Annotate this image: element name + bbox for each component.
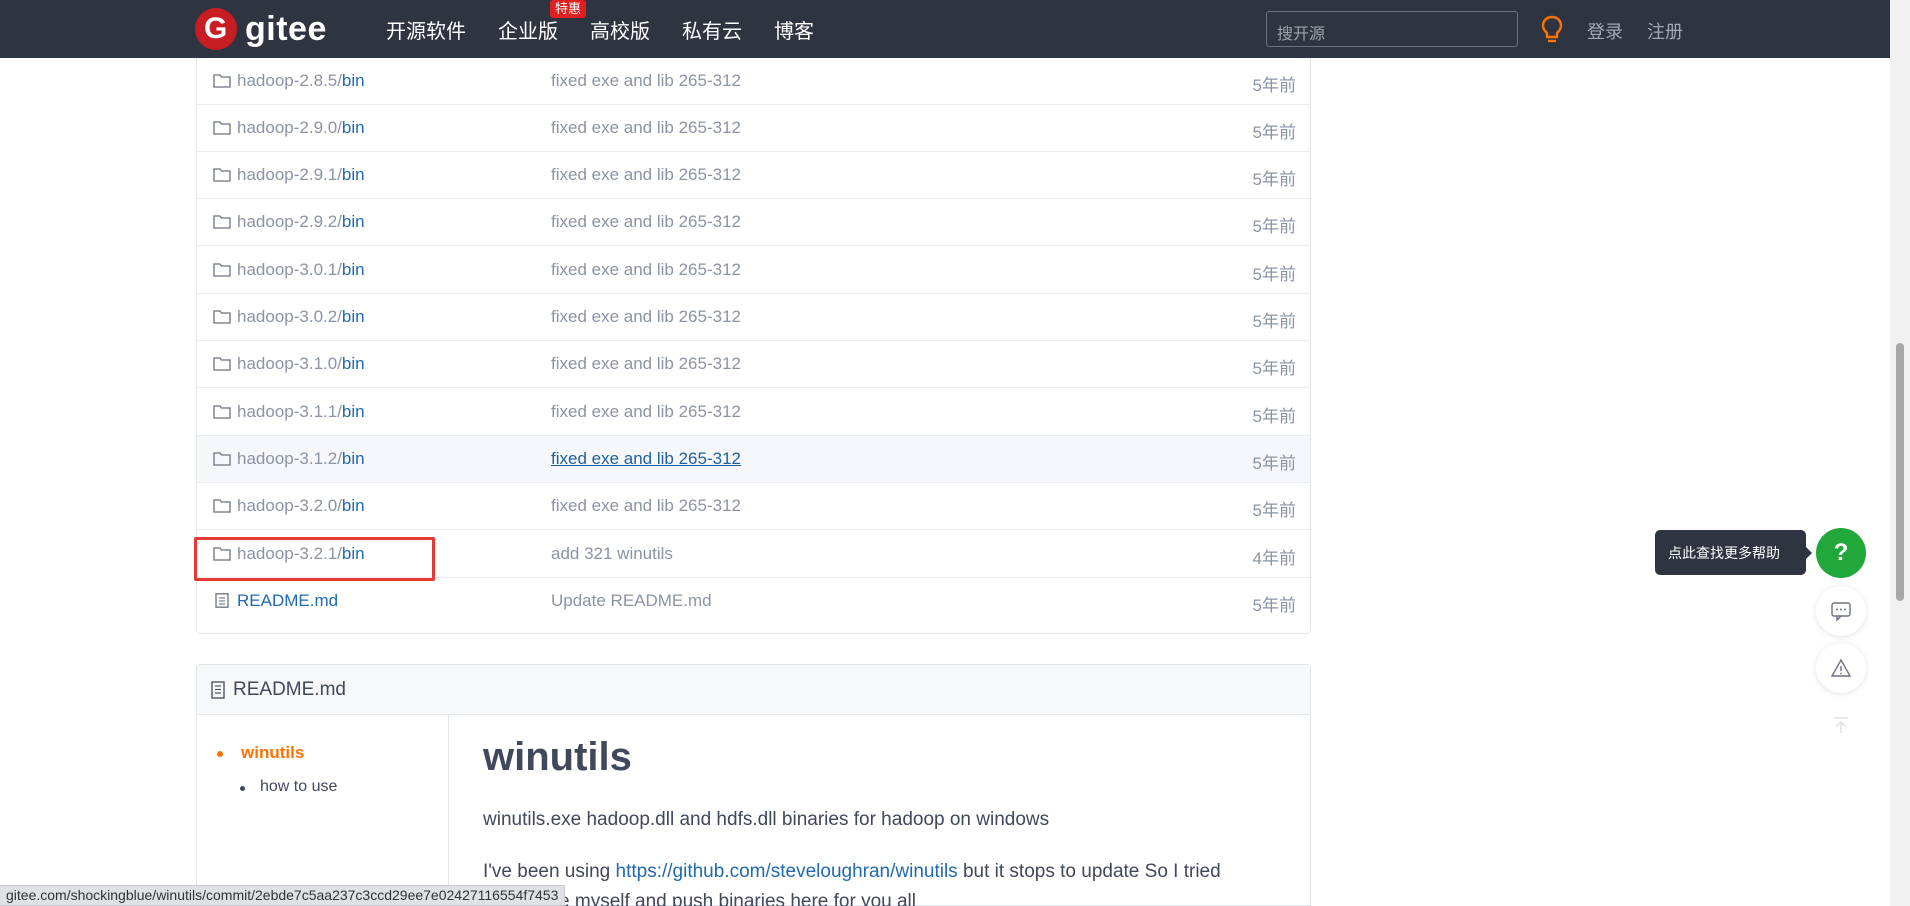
- readme-paragraph: winutils.exe hadoop.dll and hdfs.dll bin…: [483, 809, 1050, 830]
- help-button[interactable]: ?: [1816, 528, 1866, 578]
- file-row[interactable]: hadoop-3.1.2/bin fixed exe and lib 265-3…: [197, 436, 1310, 483]
- toc-bullet: [240, 786, 245, 791]
- arrow-up-icon: [1834, 717, 1848, 733]
- commit-message[interactable]: fixed exe and lib 265-312: [551, 260, 741, 280]
- commit-message[interactable]: fixed exe and lib 265-312: [551, 496, 741, 516]
- github-link[interactable]: https://github.com/steveloughran/winutil…: [616, 861, 958, 882]
- comment-icon: [1831, 602, 1851, 622]
- file-row[interactable]: hadoop-2.9.1/bin fixed exe and lib 265-3…: [197, 152, 1310, 199]
- nav-education[interactable]: 高校版: [590, 15, 650, 44]
- file-row[interactable]: hadoop-3.1.0/bin fixed exe and lib 265-3…: [197, 341, 1310, 388]
- logo-text: gitee: [245, 9, 327, 48]
- folder-icon: [213, 215, 231, 229]
- lightbulb-icon[interactable]: [1540, 15, 1564, 45]
- highlight-annotation: [194, 537, 435, 581]
- commit-time: 5年前: [1252, 76, 1296, 95]
- file-row[interactable]: hadoop-3.0.2/bin fixed exe and lib 265-3…: [197, 294, 1310, 341]
- nav-private-cloud[interactable]: 私有云: [682, 15, 742, 44]
- toc-item-how-to-use[interactable]: how to use: [260, 778, 337, 796]
- commit-message[interactable]: fixed exe and lib 265-312: [551, 71, 741, 91]
- file-name[interactable]: hadoop-3.1.2/bin: [237, 449, 365, 469]
- commit-time: 4年前: [1252, 549, 1296, 568]
- readme-title: README.md: [233, 679, 346, 700]
- commit-time: 5年前: [1252, 123, 1296, 142]
- nav-blog[interactable]: 博客: [774, 15, 814, 44]
- file-row[interactable]: README.md Update README.md 5年前: [197, 578, 1310, 625]
- commit-message[interactable]: fixed exe and lib 265-312: [551, 354, 741, 374]
- file-row[interactable]: hadoop-2.9.2/bin fixed exe and lib 265-3…: [197, 199, 1310, 246]
- file-name[interactable]: hadoop-2.9.1/bin: [237, 165, 365, 185]
- file-name[interactable]: README.md: [237, 591, 338, 611]
- commit-message[interactable]: Update README.md: [551, 591, 712, 611]
- file-name[interactable]: hadoop-3.1.0/bin: [237, 354, 365, 374]
- nav-open-source[interactable]: 开源软件: [386, 15, 466, 44]
- file-name[interactable]: hadoop-2.9.0/bin: [237, 118, 365, 138]
- commit-time: 5年前: [1252, 501, 1296, 520]
- toc-item-winutils[interactable]: winutils: [241, 743, 304, 763]
- commit-time: 5年前: [1252, 170, 1296, 189]
- scrollbar-thumb[interactable]: [1896, 343, 1904, 601]
- commit-message[interactable]: fixed exe and lib 265-312: [551, 118, 741, 138]
- file-name[interactable]: hadoop-2.9.2/bin: [237, 212, 365, 232]
- commit-time: 5年前: [1252, 359, 1296, 378]
- warning-icon: [1830, 658, 1852, 677]
- file-row[interactable]: hadoop-3.0.1/bin fixed exe and lib 265-3…: [197, 247, 1310, 294]
- folder-icon: [213, 168, 231, 182]
- nav-enterprise[interactable]: 企业版 特惠: [498, 0, 586, 44]
- readme-header: README.md: [197, 665, 1310, 715]
- file-name[interactable]: hadoop-3.0.2/bin: [237, 307, 365, 327]
- login-link[interactable]: 登录: [1587, 18, 1623, 44]
- file-row[interactable]: hadoop-3.1.1/bin fixed exe and lib 265-3…: [197, 389, 1310, 436]
- register-link[interactable]: 注册: [1647, 18, 1683, 44]
- commit-message[interactable]: fixed exe and lib 265-312: [551, 449, 741, 469]
- commit-message[interactable]: fixed exe and lib 265-312: [551, 307, 741, 327]
- commit-message[interactable]: fixed exe and lib 265-312: [551, 212, 741, 232]
- folder-icon: [213, 405, 231, 419]
- file-row[interactable]: hadoop-3.2.0/bin fixed exe and lib 265-3…: [197, 483, 1310, 530]
- readme-toc: winutils how to use: [197, 715, 449, 906]
- file-row[interactable]: hadoop-2.9.0/bin fixed exe and lib 265-3…: [197, 105, 1310, 152]
- top-navbar: G gitee 开源软件 企业版 特惠 高校版 私有云 博客 搜开源 登录 注册: [0, 0, 1890, 58]
- folder-icon: [213, 310, 231, 324]
- file-name[interactable]: hadoop-3.1.1/bin: [237, 402, 365, 422]
- readme-heading: winutils: [483, 735, 632, 779]
- commit-message[interactable]: fixed exe and lib 265-312: [551, 402, 741, 422]
- document-icon: [211, 681, 225, 699]
- commit-time: 5年前: [1252, 454, 1296, 473]
- commit-time: 5年前: [1252, 217, 1296, 236]
- toc-bullet: [217, 751, 223, 757]
- nav-enterprise-label: 企业版: [498, 20, 558, 43]
- commit-time: 5年前: [1252, 312, 1296, 331]
- readme-panel: README.md winutils how to use winutils w…: [196, 664, 1311, 906]
- folder-icon: [213, 357, 231, 371]
- folder-icon: [213, 263, 231, 277]
- file-row[interactable]: hadoop-2.8.5/bin fixed exe and lib 265-3…: [197, 58, 1310, 105]
- commit-time: 5年前: [1252, 265, 1296, 284]
- tooltip-arrow: [1805, 546, 1812, 560]
- report-button[interactable]: [1816, 643, 1866, 693]
- link-status-bar: gitee.com/shockingblue/winutils/commit/2…: [0, 885, 566, 906]
- gitee-logo[interactable]: G gitee: [195, 8, 327, 50]
- folder-icon: [213, 452, 231, 466]
- folder-icon: [213, 499, 231, 513]
- promo-badge: 特惠: [549, 0, 586, 18]
- folder-icon: [213, 74, 231, 88]
- page-scrollbar[interactable]: [1890, 0, 1910, 906]
- feedback-button[interactable]: [1816, 586, 1866, 636]
- readme-paragraph: I've been using https://github.com/steve…: [483, 861, 1221, 882]
- folder-icon: [213, 121, 231, 135]
- file-name[interactable]: hadoop-2.8.5/bin: [237, 71, 365, 91]
- commit-time: 5年前: [1252, 407, 1296, 426]
- main-nav: 开源软件 企业版 特惠 高校版 私有云 博客: [386, 0, 846, 58]
- file-name[interactable]: hadoop-3.0.1/bin: [237, 260, 365, 280]
- commit-message[interactable]: fixed exe and lib 265-312: [551, 165, 741, 185]
- back-to-top-button[interactable]: [1816, 700, 1866, 750]
- file-name[interactable]: hadoop-3.2.0/bin: [237, 496, 365, 516]
- help-tooltip: 点此查找更多帮助: [1655, 530, 1806, 575]
- search-input[interactable]: 搜开源: [1266, 11, 1518, 47]
- commit-message[interactable]: add 321 winutils: [551, 544, 673, 564]
- gitee-logo-icon: G: [195, 8, 237, 50]
- file-icon: [215, 593, 229, 608]
- commit-time: 5年前: [1252, 596, 1296, 615]
